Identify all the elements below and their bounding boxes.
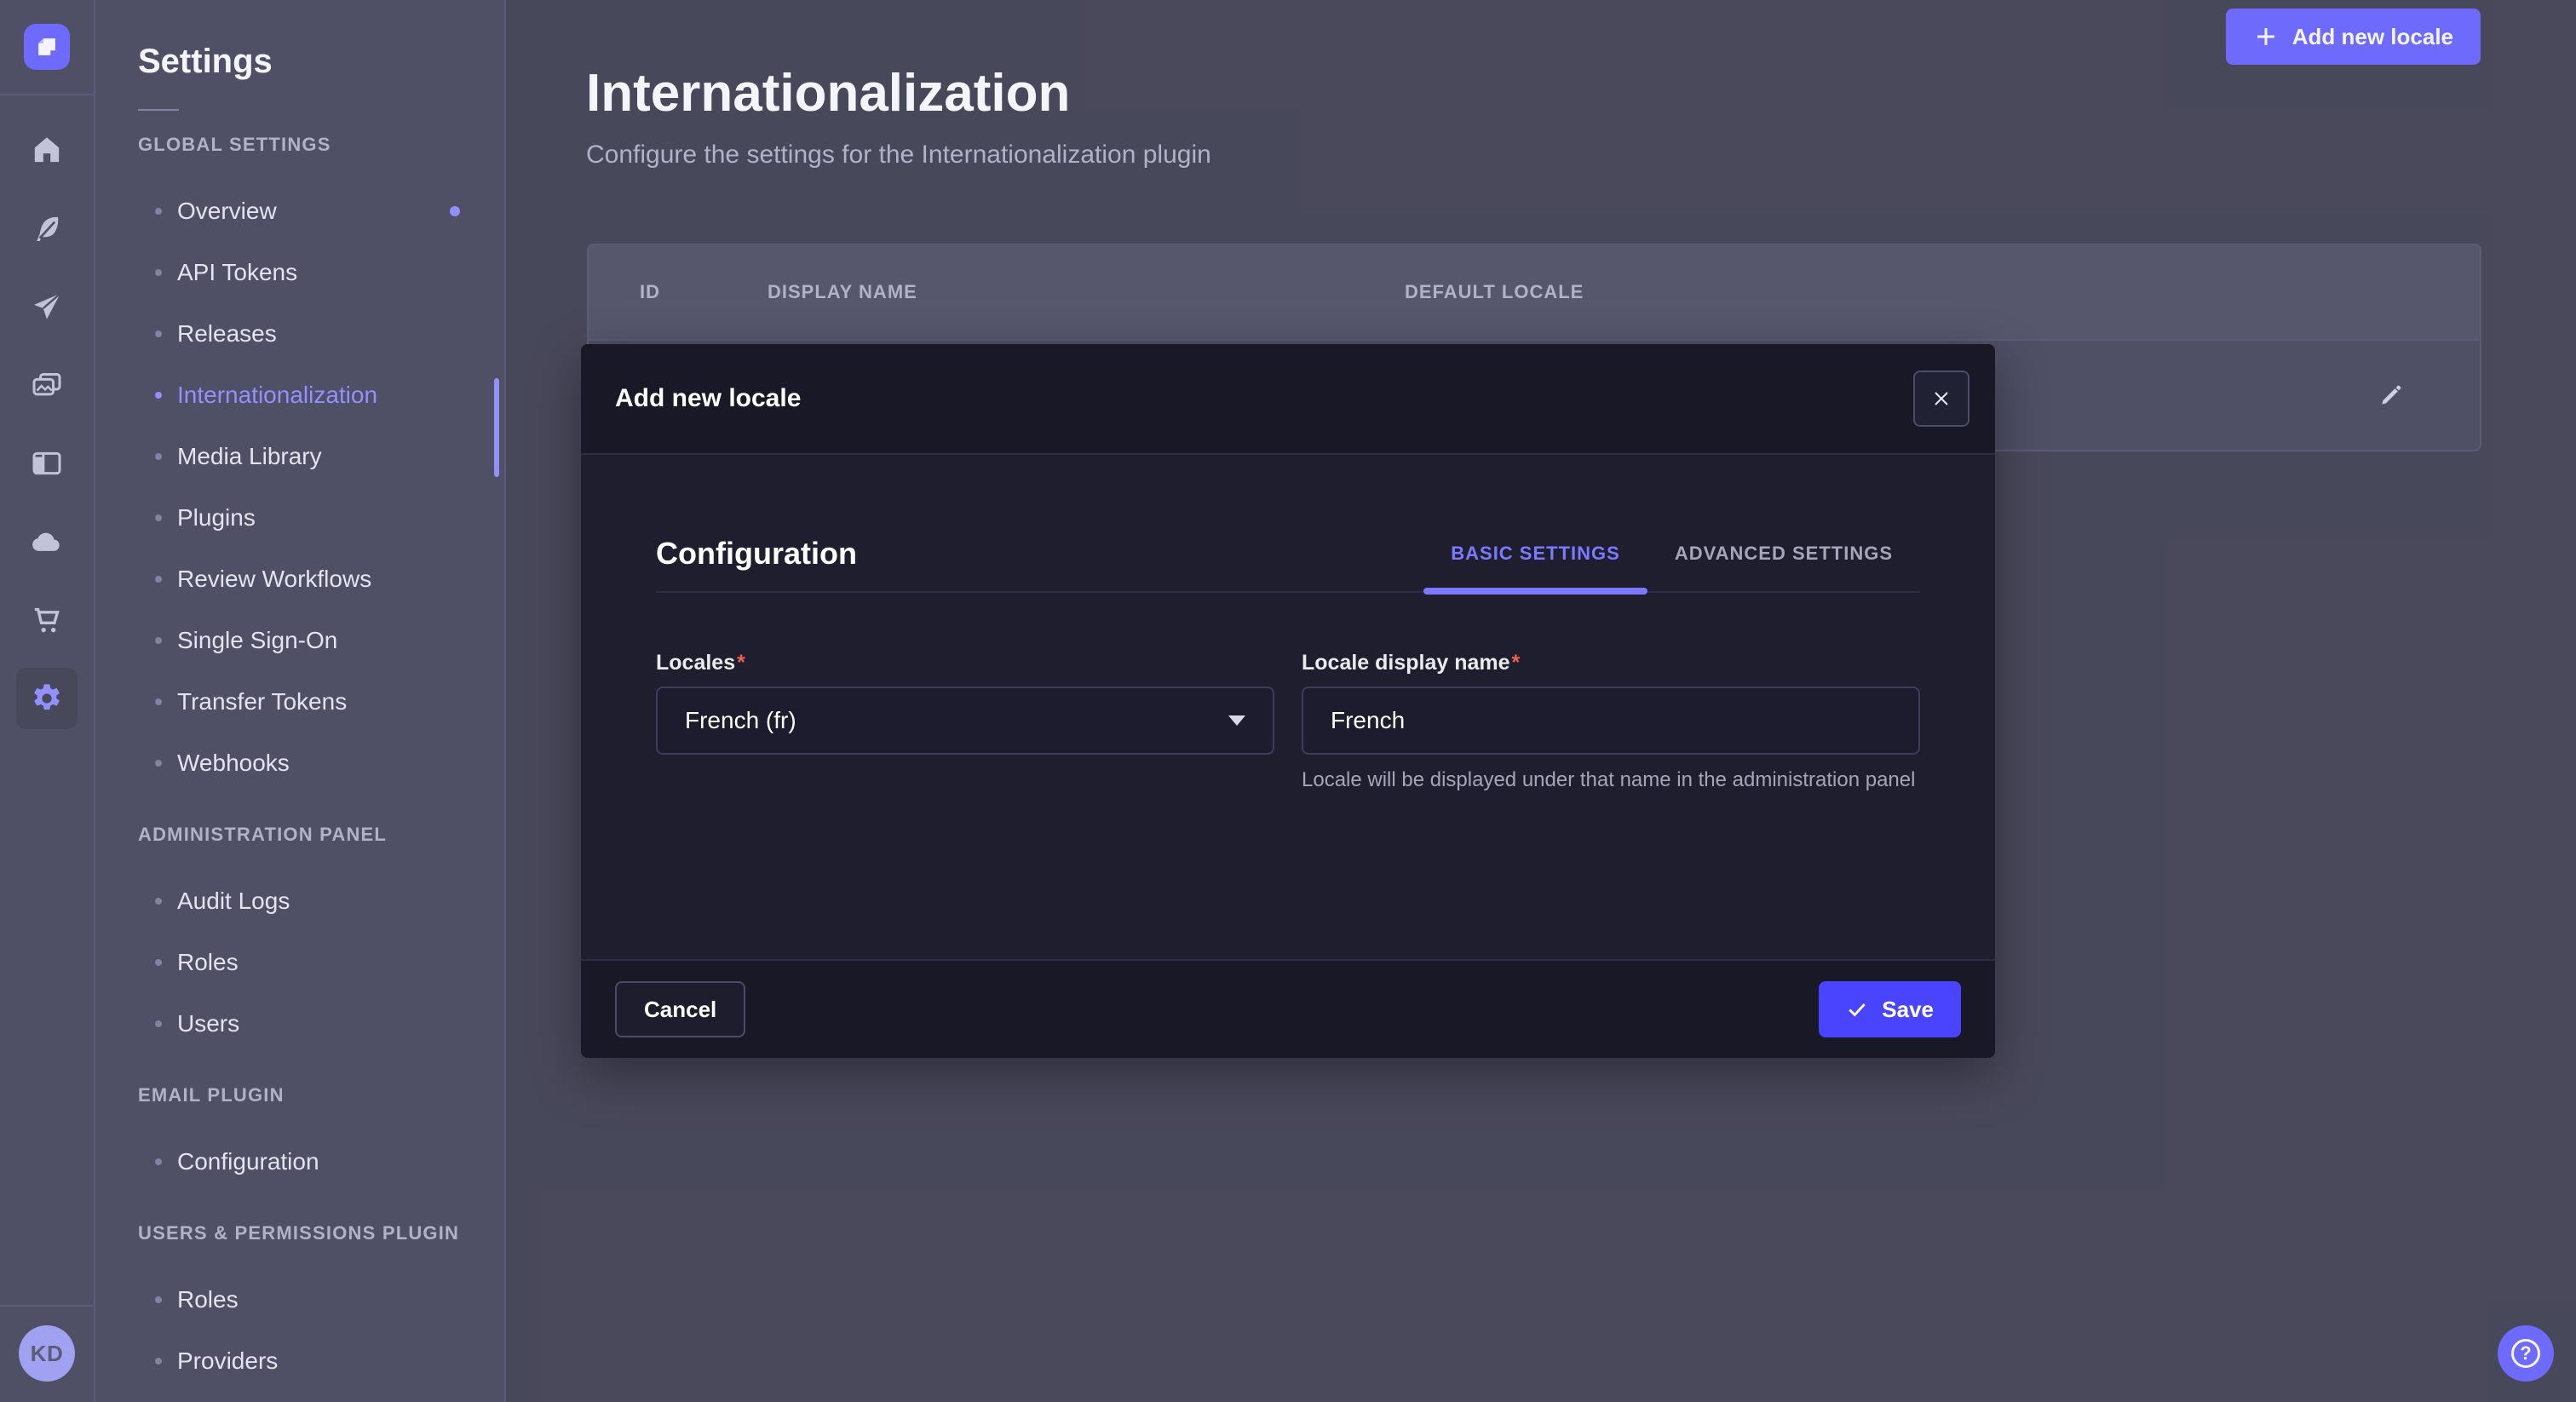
locales-select-value: French (fr) xyxy=(685,707,796,734)
locales-select[interactable]: French (fr) xyxy=(656,687,1274,755)
tab-basic-settings[interactable]: BASIC SETTINGS xyxy=(1423,533,1647,574)
display-name-input[interactable] xyxy=(1302,687,1920,755)
cancel-button[interactable]: Cancel xyxy=(615,981,745,1037)
add-locale-modal: Add new locale Configuration BASIC SETTI… xyxy=(581,344,1995,1058)
required-asterisk: * xyxy=(737,651,745,675)
app-root: KD Settings GLOBAL SETTINGS Overview API… xyxy=(0,0,2576,1402)
locales-label: Locales* xyxy=(656,649,1274,676)
tabs-divider xyxy=(656,591,1920,593)
required-asterisk: * xyxy=(1512,651,1521,675)
modal-close-button[interactable] xyxy=(1913,371,1969,427)
locales-field: Locales* French (fr) xyxy=(656,649,1274,794)
modal-body: Configuration BASIC SETTINGS ADVANCED SE… xyxy=(581,455,1995,959)
modal-title: Add new locale xyxy=(615,384,801,413)
check-icon xyxy=(1846,998,1868,1020)
save-button[interactable]: Save xyxy=(1819,981,1961,1037)
modal-footer: Cancel Save xyxy=(581,959,1995,1058)
modal-header: Add new locale xyxy=(581,344,1995,455)
display-name-field: Locale display name* Locale will be disp… xyxy=(1302,649,1920,794)
tab-advanced-settings[interactable]: ADVANCED SETTINGS xyxy=(1647,533,1920,574)
modal-tabs: BASIC SETTINGS ADVANCED SETTINGS xyxy=(1423,533,1920,574)
chevron-down-icon xyxy=(1228,715,1245,726)
display-name-hint: Locale will be displayed under that name… xyxy=(1302,767,1920,794)
close-icon xyxy=(1931,388,1952,409)
configuration-heading: Configuration xyxy=(656,536,857,572)
display-name-label: Locale display name* xyxy=(1302,649,1920,676)
